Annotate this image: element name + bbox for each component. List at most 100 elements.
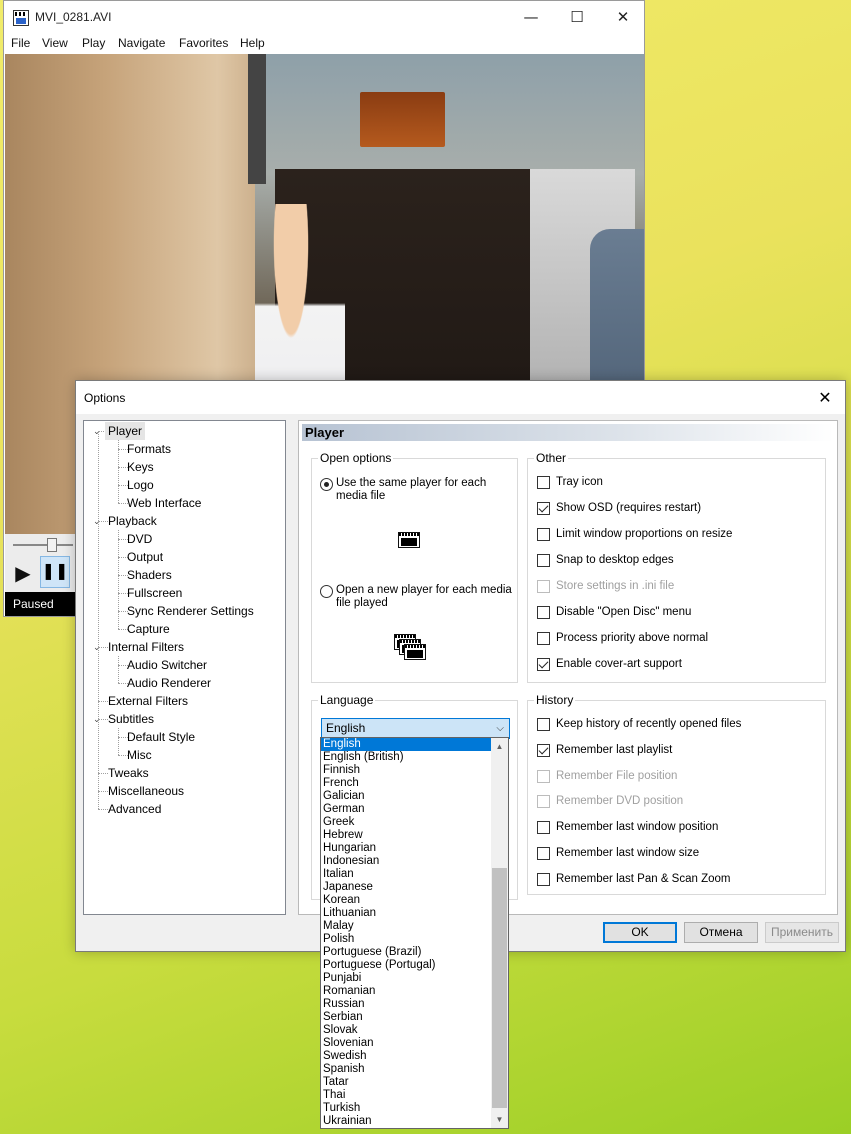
language-option-russian[interactable]: Russian bbox=[321, 998, 493, 1011]
scroll-down-icon[interactable]: ▼ bbox=[491, 1111, 508, 1128]
language-option-romanian[interactable]: Romanian bbox=[321, 985, 493, 998]
tree-item-internal-filters[interactable]: Internal Filters bbox=[105, 638, 187, 656]
tree-item-miscellaneous[interactable]: Miscellaneous bbox=[105, 782, 187, 800]
language-option-finnish[interactable]: Finnish bbox=[321, 764, 493, 777]
tree-item-misc[interactable]: Misc bbox=[124, 746, 155, 764]
cancel-button[interactable]: Отмена bbox=[684, 922, 758, 943]
checkbox-box[interactable] bbox=[537, 718, 550, 731]
language-option-slovak[interactable]: Slovak bbox=[321, 1024, 493, 1037]
checkbox-box[interactable] bbox=[537, 528, 550, 541]
checkbox-box[interactable] bbox=[537, 743, 550, 757]
language-select-value: English bbox=[326, 721, 366, 735]
language-option-thai[interactable]: Thai bbox=[321, 1089, 493, 1102]
other-legend: Other bbox=[534, 451, 569, 465]
maximize-icon[interactable]: ☐ bbox=[554, 1, 600, 34]
menu-navigate[interactable]: Navigate bbox=[118, 36, 165, 50]
language-dropdown-list[interactable]: English English (British) Finnish French Gal… bbox=[320, 737, 509, 1129]
language-option-punjabi[interactable]: Punjabi bbox=[321, 972, 493, 985]
language-option-italian[interactable]: Italian bbox=[321, 868, 493, 881]
chevron-down-icon[interactable]: ⌵ bbox=[496, 719, 504, 738]
menu-file[interactable]: File bbox=[11, 36, 30, 50]
checkbox-box[interactable] bbox=[537, 821, 550, 835]
language-option-english-british[interactable]: English (British) bbox=[321, 751, 493, 764]
tree-item-web-interface[interactable]: Web Interface bbox=[124, 494, 204, 512]
language-option-slovenian[interactable]: Slovenian bbox=[321, 1037, 493, 1050]
language-option-portuguese-portugal[interactable]: Portuguese (Portugal) bbox=[321, 959, 493, 972]
language-option-german[interactable]: German bbox=[321, 803, 493, 816]
scroll-up-icon[interactable]: ▲ bbox=[491, 738, 508, 755]
dialog-close-icon[interactable]: ✕ bbox=[805, 381, 845, 414]
language-option-galician[interactable]: Galician bbox=[321, 790, 493, 803]
language-option-spanish[interactable]: Spanish bbox=[321, 1063, 493, 1076]
language-option-english[interactable]: English bbox=[321, 738, 493, 751]
tree-item-audio-renderer[interactable]: Audio Renderer bbox=[124, 674, 214, 692]
menu-play[interactable]: Play bbox=[82, 36, 105, 50]
checkbox-box[interactable] bbox=[537, 632, 550, 645]
checkbox-box[interactable] bbox=[537, 658, 550, 671]
tree-item-sync-renderer-settings[interactable]: Sync Renderer Settings bbox=[124, 602, 257, 620]
tree-item-external-filters[interactable]: External Filters bbox=[105, 692, 191, 710]
language-option-hungarian[interactable]: Hungarian bbox=[321, 842, 493, 855]
language-option-greek[interactable]: Greek bbox=[321, 816, 493, 829]
tree-item-player[interactable]: Player bbox=[105, 422, 146, 440]
menu-view[interactable]: View bbox=[42, 36, 68, 50]
language-option-swedish[interactable]: Swedish bbox=[321, 1050, 493, 1063]
checkbox-box[interactable] bbox=[537, 606, 550, 619]
tree-item-capture[interactable]: Capture bbox=[124, 620, 173, 638]
tree-item-logo[interactable]: Logo bbox=[124, 476, 157, 494]
pause-button[interactable]: ❚❚ bbox=[40, 556, 70, 588]
language-option-korean[interactable]: Korean bbox=[321, 894, 493, 907]
menu-favorites[interactable]: Favorites bbox=[179, 36, 228, 50]
seek-bar[interactable] bbox=[5, 534, 77, 554]
player-titlebar[interactable]: MVI_0281.AVI — ☐ ✕ bbox=[4, 1, 644, 34]
dropdown-scrollbar[interactable]: ▲ ▼ bbox=[491, 738, 508, 1128]
checkbox-label: Limit window proportions on resize bbox=[556, 528, 733, 540]
language-option-indonesian[interactable]: Indonesian bbox=[321, 855, 493, 868]
history-legend: History bbox=[534, 693, 576, 707]
tree-item-dvd[interactable]: DVD bbox=[124, 530, 155, 548]
tree-item-tweaks[interactable]: Tweaks bbox=[105, 764, 152, 782]
language-option-turkish[interactable]: Turkish bbox=[321, 1102, 493, 1115]
language-option-lithuanian[interactable]: Lithuanian bbox=[321, 907, 493, 920]
tree-item-output[interactable]: Output bbox=[124, 548, 166, 566]
language-option-ukrainian[interactable]: Ukrainian bbox=[321, 1115, 493, 1128]
checkbox-label: Tray icon bbox=[556, 476, 603, 488]
ok-button[interactable]: OK bbox=[603, 922, 677, 943]
menu-help[interactable]: Help bbox=[240, 36, 265, 50]
checkbox-box[interactable] bbox=[537, 847, 550, 860]
tree-item-audio-switcher[interactable]: Audio Switcher bbox=[124, 656, 210, 674]
tree-item-subtitles[interactable]: Subtitles bbox=[105, 710, 157, 728]
language-option-hebrew[interactable]: Hebrew bbox=[321, 829, 493, 842]
minimize-icon[interactable]: — bbox=[508, 1, 554, 34]
apply-button[interactable]: Применить bbox=[765, 922, 839, 943]
checkbox-label: Remember last Pan & Scan Zoom bbox=[556, 872, 731, 885]
tree-item-formats[interactable]: Formats bbox=[124, 440, 174, 458]
radio-same-player-dot[interactable] bbox=[320, 478, 333, 491]
close-icon[interactable]: ✕ bbox=[600, 1, 646, 34]
language-option-french[interactable]: French bbox=[321, 777, 493, 790]
tree-item-shaders[interactable]: Shaders bbox=[124, 566, 175, 584]
radio-new-player-dot[interactable] bbox=[320, 585, 333, 598]
tree-item-playback[interactable]: Playback bbox=[105, 512, 160, 530]
language-option-polish[interactable]: Polish bbox=[321, 933, 493, 946]
checkbox-label: Enable cover-art support bbox=[556, 658, 682, 670]
checkbox-box[interactable] bbox=[537, 502, 550, 515]
dialog-titlebar[interactable]: Options ✕ bbox=[76, 381, 845, 414]
tree-item-advanced[interactable]: Advanced bbox=[105, 800, 164, 818]
language-option-malay[interactable]: Malay bbox=[321, 920, 493, 933]
checkbox-box[interactable] bbox=[537, 476, 550, 489]
language-option-japanese[interactable]: Japanese bbox=[321, 881, 493, 894]
checkbox-box[interactable] bbox=[537, 872, 550, 886]
tree-item-default-style[interactable]: Default Style bbox=[124, 728, 198, 746]
language-option-portuguese-brazil[interactable]: Portuguese (Brazil) bbox=[321, 946, 493, 959]
seek-thumb[interactable] bbox=[47, 538, 57, 552]
language-select[interactable]: English ⌵ bbox=[321, 718, 510, 739]
tree-item-fullscreen[interactable]: Fullscreen bbox=[124, 584, 185, 602]
language-option-tatar[interactable]: Tatar bbox=[321, 1076, 493, 1089]
play-button[interactable]: ▶ bbox=[9, 558, 37, 588]
tree-item-keys[interactable]: Keys bbox=[124, 458, 157, 476]
scrollbar-thumb[interactable] bbox=[492, 868, 507, 1108]
checkbox-box[interactable] bbox=[537, 554, 550, 567]
language-option-serbian[interactable]: Serbian bbox=[321, 1011, 493, 1024]
checkbox-label: Process priority above normal bbox=[556, 632, 709, 644]
